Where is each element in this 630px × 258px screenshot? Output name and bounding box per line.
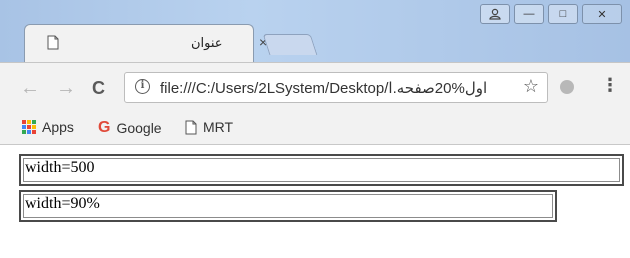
- url-text[interactable]: file:///C:/Users/2LSystem/Desktop/اول%20…: [160, 79, 487, 97]
- tab-active[interactable]: عنوان ×: [24, 24, 267, 64]
- bookmark-mrt[interactable]: MRT: [185, 119, 233, 135]
- back-button[interactable]: ←: [20, 77, 40, 100]
- bookmark-google[interactable]: G Google: [98, 119, 162, 137]
- page-icon: [47, 35, 59, 50]
- bookmark-label: Google: [116, 120, 162, 136]
- info-icon[interactable]: i: [135, 79, 150, 94]
- reload-button[interactable]: C: [92, 78, 105, 99]
- text-box-inner-border: [23, 194, 553, 218]
- bookmark-apps[interactable]: Apps: [22, 119, 74, 135]
- google-icon: G: [98, 119, 111, 136]
- address-bar[interactable]: i file:///C:/Users/2LSystem/Desktop/اول%…: [124, 72, 548, 103]
- extension-icon[interactable]: [560, 80, 574, 94]
- forward-button[interactable]: →: [56, 77, 76, 100]
- window-controls: — □ ✕: [476, 4, 622, 26]
- minimize-icon: —: [523, 8, 535, 20]
- tab-title: عنوان: [191, 35, 223, 50]
- close-icon: ✕: [597, 8, 607, 21]
- maximize-button[interactable]: □: [548, 4, 578, 24]
- text-box-width-90[interactable]: width=90%: [19, 190, 557, 222]
- text-box-value: width=500: [25, 159, 95, 176]
- user-profile-button[interactable]: [480, 4, 510, 24]
- close-window-button[interactable]: ✕: [582, 4, 622, 24]
- page-icon: [185, 120, 197, 134]
- text-box-width-500[interactable]: width=500: [19, 154, 624, 186]
- text-box-value: width=90%: [25, 195, 100, 212]
- bookmarks-bar: Apps G Google MRT: [0, 112, 630, 145]
- text-box-inner-border: [23, 158, 620, 182]
- page-content: width=500 width=90%: [0, 145, 630, 258]
- browser-titlebar: عنوان × — □ ✕: [0, 0, 630, 64]
- apps-grid-icon: [22, 120, 36, 134]
- bookmark-label: Apps: [42, 119, 74, 135]
- minimize-button[interactable]: —: [514, 4, 544, 24]
- bookmark-label: MRT: [203, 119, 234, 135]
- person-icon: [489, 8, 501, 20]
- browser-toolbar: ← → C i file:///C:/Users/2LSystem/Deskto…: [0, 62, 630, 113]
- menu-icon[interactable]: ⋮: [601, 76, 619, 94]
- star-icon[interactable]: ☆: [523, 76, 539, 97]
- new-tab-button[interactable]: [262, 34, 318, 55]
- maximize-icon: □: [559, 8, 567, 20]
